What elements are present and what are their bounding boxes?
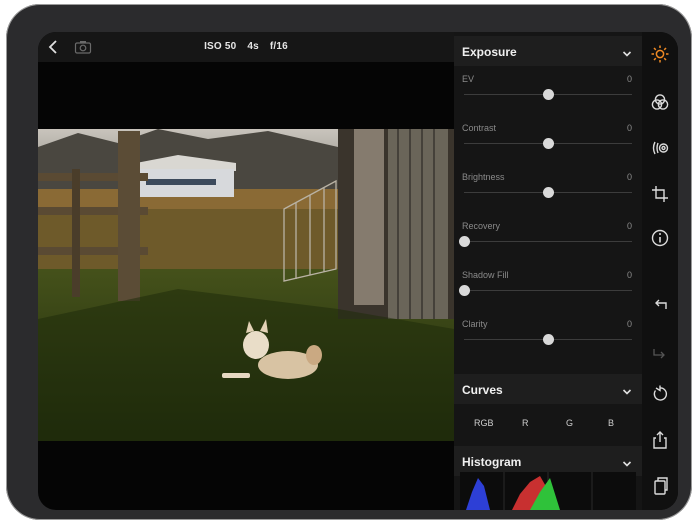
slider-knob[interactable] [543,138,554,149]
info-icon[interactable] [650,228,670,248]
sun-icon[interactable] [650,44,670,64]
slider-knob[interactable] [459,285,470,296]
copy-icon[interactable] [650,476,670,496]
lens-icon[interactable] [650,138,670,158]
redo-icon [650,342,670,362]
slider-knob[interactable] [543,89,554,100]
slider-track[interactable] [464,89,632,100]
slider-track[interactable] [464,138,632,149]
channel-b-button[interactable]: B [608,418,614,428]
channel-rgb-button[interactable]: RGB [474,418,494,428]
chevron-down-icon[interactable] [622,384,632,395]
slider-label: EV [462,74,475,84]
histogram-title: Histogram [462,455,522,469]
tablet-frame: ISO 50 4s f/16 Exposure EV 0 Contrast 0 … [6,4,692,520]
slider-contrast: Contrast 0 [454,117,642,166]
adjustments-panel: Exposure EV 0 Contrast 0 Brightness 0 Recovery… [454,32,642,510]
right-toolbar [642,32,678,510]
app-screen: ISO 50 4s f/16 Exposure EV 0 Contrast 0 … [38,32,678,510]
slider-value: 0 [626,221,632,231]
slider-shadow-fill: Shadow Fill 0 [454,264,642,313]
slider-recovery: Recovery 0 [454,215,642,264]
aperture-value: f/16 [269,41,288,52]
slider-value: 0 [626,74,632,84]
slider-track[interactable] [459,285,632,296]
slider-knob[interactable] [543,187,554,198]
shutter-value: 4s [247,41,259,52]
slider-track[interactable] [459,236,632,247]
exposure-title: Exposure [462,45,517,59]
slider-label: Contrast [462,123,497,133]
slider-ev: EV 0 [454,68,642,117]
slider-value: 0 [626,123,632,133]
undo-icon[interactable] [650,296,670,316]
share-icon[interactable] [650,430,670,450]
photo-canvas[interactable] [38,129,454,441]
curves-title: Curves [462,383,503,397]
iso-value: ISO 50 [204,41,237,52]
color-palette-icon[interactable] [650,92,670,112]
slider-brightness: Brightness 0 [454,166,642,215]
chevron-down-icon[interactable] [622,46,632,57]
exif-info: ISO 50 4s f/16 [38,41,454,52]
curves-header[interactable]: Curves [454,374,642,404]
slider-value: 0 [626,319,632,329]
slider-track[interactable] [464,187,632,198]
slider-knob[interactable] [543,334,554,345]
photo-image [38,129,454,441]
channel-r-button[interactable]: R [522,418,529,428]
chevron-down-icon[interactable] [622,456,632,467]
slider-label: Clarity [462,319,488,329]
slider-value: 0 [626,270,632,280]
slider-clarity: Clarity 0 [454,313,642,362]
curves-channel-buttons: RGB R G B [454,410,642,440]
channel-g-button[interactable]: G [566,418,573,428]
slider-label: Brightness [462,172,505,182]
slider-label: Recovery [462,221,501,231]
exposure-header[interactable]: Exposure [454,36,642,66]
reset-icon[interactable] [650,384,670,404]
slider-track[interactable] [464,334,632,345]
histogram-graph [460,472,636,510]
crop-icon[interactable] [650,184,670,204]
top-bar: ISO 50 4s f/16 [38,32,454,62]
slider-label: Shadow Fill [462,270,509,280]
slider-value: 0 [626,172,632,182]
slider-knob[interactable] [459,236,470,247]
